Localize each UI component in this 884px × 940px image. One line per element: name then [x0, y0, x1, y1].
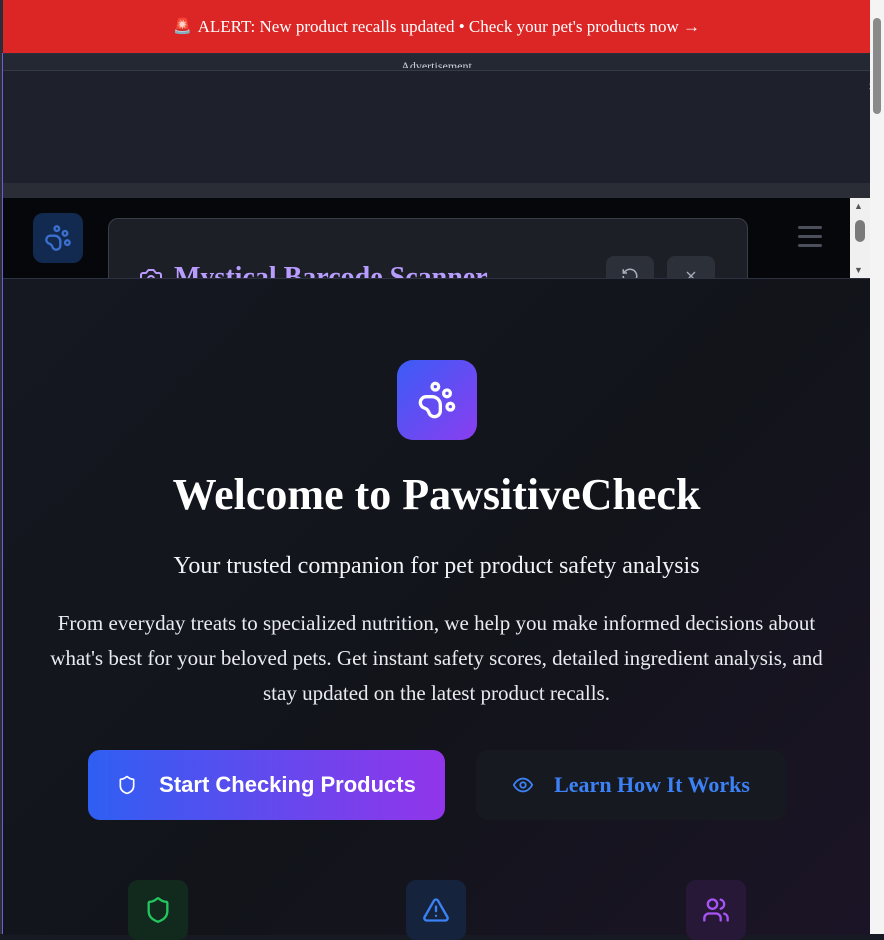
camera-icon	[139, 266, 163, 278]
ad-footer-strip	[3, 183, 870, 199]
siren-icon: 🚨	[172, 19, 192, 35]
menu-icon[interactable]	[798, 226, 822, 253]
feature-safety-icon	[128, 880, 188, 940]
hero-section: Welcome to PawsitiveCheck Your trusted c…	[3, 278, 870, 940]
frame-scroll-thumb[interactable]	[855, 220, 865, 242]
paw-logo-icon[interactable]	[33, 213, 83, 263]
page-scrollbar[interactable]	[870, 0, 884, 934]
advertisement-slot[interactable]: Advertisement ×	[3, 53, 876, 200]
page-scroll-thumb[interactable]	[873, 18, 881, 114]
eye-icon	[513, 777, 534, 793]
scroll-down-icon[interactable]: ▼	[854, 265, 863, 275]
ad-label: Advertisement	[401, 59, 472, 68]
scroll-up-icon[interactable]: ▲	[854, 201, 863, 211]
frame-scrollbar[interactable]: ▲ ▼	[850, 198, 870, 278]
shield-icon	[119, 775, 135, 795]
page-description: From everyday treats to specialized nutr…	[50, 611, 823, 705]
page-title: Welcome to PawsitiveCheck	[172, 470, 701, 519]
learn-how-button[interactable]: Learn How It Works	[476, 750, 786, 820]
warning-icon	[423, 898, 449, 922]
scanner-title: Mystical Barcode Scanner	[174, 262, 488, 278]
users-icon	[703, 898, 729, 922]
paw-logo-icon	[397, 360, 477, 440]
feature-community-icon	[686, 880, 746, 940]
rotate-icon	[622, 268, 638, 278]
feature-recall-icon	[406, 880, 466, 940]
embedded-scanner-frame[interactable]: Mystical Barcode Scanner	[3, 198, 870, 278]
recall-alert-banner[interactable]: 🚨 ALERT: New product recalls updated • C…	[3, 0, 870, 53]
close-icon	[686, 271, 696, 278]
start-checking-button[interactable]: Start Checking Products	[88, 750, 445, 820]
shield-icon	[147, 897, 169, 923]
rotate-button[interactable]	[606, 256, 654, 278]
learn-how-label: Learn How It Works	[554, 772, 750, 797]
start-checking-label: Start Checking Products	[159, 772, 416, 797]
page-subtitle: Your trusted companion for pet product s…	[173, 553, 700, 579]
close-scanner-button[interactable]	[667, 256, 715, 278]
alert-text: ALERT: New product recalls updated • Che…	[197, 16, 701, 36]
